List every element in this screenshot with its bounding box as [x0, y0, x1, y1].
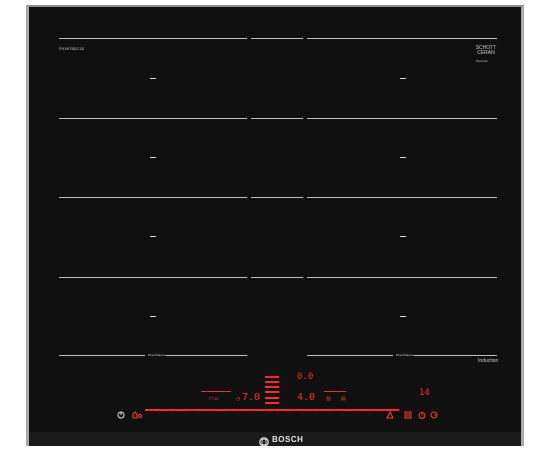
zone-marker-3-right[interactable]	[400, 236, 406, 237]
zone-top-right-line	[307, 38, 497, 39]
menu-icon[interactable]	[404, 411, 412, 419]
upper-display: 0.0	[297, 372, 314, 382]
power-level-bar-1	[265, 376, 279, 378]
model-code: PXX975DC1E	[59, 46, 85, 51]
zone-marker-1-right[interactable]	[400, 78, 406, 79]
zone-top-left-line	[59, 38, 247, 39]
zone-top-mid-line	[251, 38, 303, 39]
flex-zone-right-line-a	[307, 355, 393, 356]
left-indicator-2[interactable]: ◷	[236, 397, 240, 402]
accent-line-left	[201, 391, 231, 392]
zone-row2-mid-line	[251, 118, 303, 119]
power-level-bar-6	[265, 402, 279, 404]
brand-name: BOSCH	[272, 435, 304, 444]
flex-zone-left-label: DirectSelect	[148, 353, 165, 357]
flex-zone-left-line-b	[165, 355, 247, 356]
induction-label: Induction	[478, 358, 499, 364]
power-level-bar-4	[265, 391, 279, 393]
power-level-bar-2	[265, 381, 279, 383]
mid-indicator-1[interactable]: ▥	[326, 397, 331, 402]
zone-row4-right-line	[307, 277, 497, 278]
zone-marker-2-right[interactable]	[400, 157, 406, 158]
clock-icon[interactable]	[430, 411, 438, 419]
timer-icon[interactable]	[418, 411, 426, 419]
zone-marker-3-left[interactable]	[150, 236, 156, 237]
timer-display-1: 7.0	[242, 392, 261, 403]
cooktop-surface: PXX975DC1E SCHOTT CERAN Premium DirectSe…	[26, 5, 524, 447]
timer-display-2: 4.0	[297, 392, 316, 403]
accent-line-right	[324, 391, 346, 392]
brand-strip: BOSCH	[29, 432, 521, 447]
slider-scale[interactable]: · · · · · · · · · · · · · · · · · ·	[146, 412, 375, 417]
power-level-bar-3	[265, 386, 279, 388]
zone-row4-mid-line	[251, 277, 303, 278]
zone-marker-1-left[interactable]	[150, 78, 156, 79]
zone-row3-left-line	[59, 197, 247, 198]
zone-marker-4-left[interactable]	[150, 316, 156, 317]
power-icon[interactable]	[117, 411, 125, 419]
child-lock-icon[interactable]	[132, 411, 142, 419]
flex-zone-left-line-a	[59, 355, 145, 356]
zone-row3-right-line	[307, 197, 497, 198]
clock-display: 14	[419, 388, 430, 398]
zone-marker-2-left[interactable]	[150, 157, 156, 158]
left-indicator-1[interactable]: ⊓ ⊔	[209, 397, 218, 402]
mid-indicator-2[interactable]: ▤	[341, 397, 346, 402]
glass-panel: PXX975DC1E SCHOTT CERAN Premium DirectSe…	[29, 7, 521, 432]
zone-row3-mid-line	[251, 197, 303, 198]
zone-row2-left-line	[59, 118, 247, 119]
zone-marker-4-right[interactable]	[400, 316, 406, 317]
flex-zone-right-line-b	[413, 355, 497, 356]
zone-row2-right-line	[307, 118, 497, 119]
glass-brand: SCHOTT CERAN	[475, 45, 497, 56]
bosch-logo-icon	[259, 434, 269, 447]
glass-brand-sub: Premium	[476, 59, 489, 63]
zone-row4-left-line	[59, 277, 247, 278]
flex-zone-right-label: DirectSelect	[396, 353, 413, 357]
power-level-bar-5	[265, 397, 279, 399]
boost-icon[interactable]	[386, 411, 394, 419]
